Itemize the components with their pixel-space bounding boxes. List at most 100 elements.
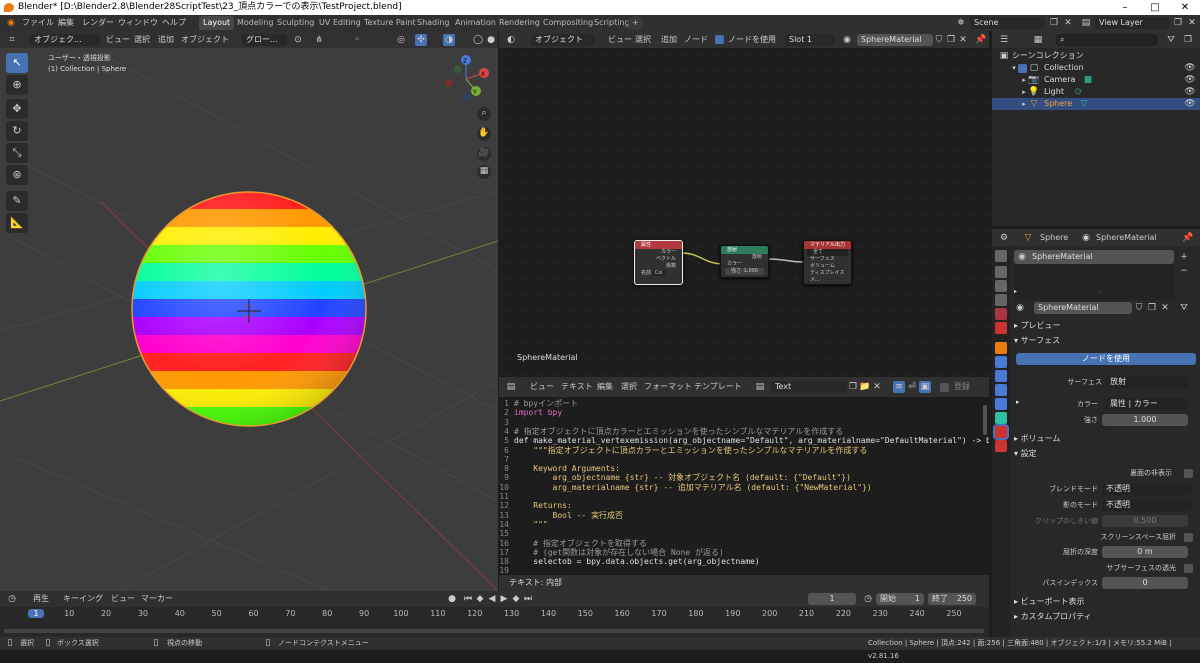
section-surface[interactable]: ▾ サーフェス xyxy=(1014,335,1060,347)
snap-icon[interactable]: ⋔ xyxy=(313,34,325,46)
code-line[interactable]: def make_material_vertexemission(arg_obj… xyxy=(514,436,989,445)
view-layer-field[interactable]: View Layer xyxy=(1095,17,1170,29)
attr-name-field[interactable]: Col xyxy=(652,270,665,276)
output-target-select[interactable]: 全て xyxy=(807,249,848,256)
line-numbers-toggle[interactable]: ≡ xyxy=(893,381,905,393)
data-tab-icon[interactable] xyxy=(995,412,1007,424)
navigation-gizmo[interactable]: X Z Y xyxy=(445,55,489,101)
record-icon[interactable]: ● xyxy=(446,593,458,605)
menu-edit[interactable]: 編集 xyxy=(58,15,74,31)
vp-menu-add[interactable]: 追加 xyxy=(158,32,174,48)
tab-uv-editing[interactable]: UV Editing xyxy=(315,16,365,30)
te-menu-view[interactable]: ビュー xyxy=(530,379,554,395)
visibility-icon[interactable]: ◎ xyxy=(395,34,407,46)
code-line[interactable]: # (get関数は対象が存在しない場合 None が返る) xyxy=(514,548,724,557)
code-line[interactable]: """指定オブジェクトに頂点カラーとエミッションを使ったシンプルなマテリアルを作… xyxy=(514,446,867,455)
start-frame-field[interactable]: 開始 1 xyxy=(876,593,924,605)
render-tab-icon[interactable] xyxy=(995,266,1007,278)
cursor-tool-button[interactable]: ⊕ xyxy=(6,75,28,95)
timeline-type-icon[interactable]: ◷ xyxy=(6,593,18,605)
jump-start-icon[interactable]: ⏮ xyxy=(462,593,474,605)
measure-tool-button[interactable]: 📐 xyxy=(6,213,28,233)
grid-view-icon[interactable]: ▦ xyxy=(477,165,491,179)
ssr-checkbox[interactable] xyxy=(1184,533,1193,542)
scene-field[interactable]: Scene xyxy=(970,17,1045,29)
orientation-select[interactable]: グロー... xyxy=(242,34,287,46)
collection-checkbox[interactable] xyxy=(1018,64,1027,73)
emission-node[interactable]: 放射 放射 カラー 強さ 1.000 xyxy=(720,245,769,278)
code-line[interactable]: """ xyxy=(514,520,547,529)
unlink-text-icon[interactable]: ✕ xyxy=(871,381,883,393)
minimize-button[interactable]: – xyxy=(1110,0,1140,15)
solid-shading-icon[interactable]: ● xyxy=(485,34,497,46)
tab-shading[interactable]: Shading xyxy=(413,16,454,30)
emission-strength-value[interactable]: 1.000 xyxy=(744,268,758,275)
gizmo-toggle-icon[interactable]: ✣ xyxy=(415,34,427,46)
timeline[interactable]: ◷ 再生 キーイング ビュー マーカー ● ⏮ ◆ ◀ ▶ ◆ ⏭ 1 ◷ 開始… xyxy=(0,591,989,637)
vp-menu-select[interactable]: 選択 xyxy=(134,32,150,48)
eye-icon[interactable]: 👁 xyxy=(1184,62,1196,74)
outliner-item-light[interactable]: ▸ 💡 Light ⊙ 👁 xyxy=(992,86,1200,98)
add-slot-icon[interactable]: + xyxy=(1178,251,1190,263)
te-menu-format[interactable]: フォーマット xyxy=(644,379,692,395)
delete-material-icon[interactable]: ✕ xyxy=(1159,302,1171,314)
attribute-node[interactable]: 属性 カラー ベクトル 係数 名前 Col xyxy=(634,240,683,285)
syntax-highlight-toggle[interactable]: ▣ xyxy=(919,381,931,393)
delete-scene-icon[interactable]: ✕ xyxy=(1062,17,1074,29)
list-resize-handle[interactable]: ::: xyxy=(1097,289,1103,296)
subsurface-checkbox[interactable] xyxy=(1184,564,1193,573)
section-preview[interactable]: ▸ プレビュー xyxy=(1014,320,1061,332)
jump-end-icon[interactable]: ⏭ xyxy=(522,593,534,605)
menu-file[interactable]: ファイル xyxy=(22,15,54,31)
timeline-scrollbar[interactable] xyxy=(4,629,984,633)
code-line[interactable]: import bpy xyxy=(514,408,562,417)
te-menu-edit[interactable]: 編集 xyxy=(597,379,613,395)
text-editor[interactable]: ▤ ビュー テキスト 編集 選択 フォーマット テンプレート ▤ Text ❐ … xyxy=(499,377,989,591)
filter-icon[interactable]: ⛛ xyxy=(1165,34,1177,46)
eye-icon[interactable]: 👁 xyxy=(1184,86,1196,98)
transform-tool-button[interactable]: ⊛ xyxy=(6,165,28,185)
proportional-edit-icon[interactable]: ◦ xyxy=(351,34,363,46)
end-frame-field[interactable]: 終了 250 xyxy=(928,593,976,605)
camera-view-icon[interactable]: 🎥 xyxy=(477,147,491,161)
tab-animation[interactable]: Animation xyxy=(451,16,500,30)
delete-view-layer-icon[interactable]: ✕ xyxy=(1186,17,1198,29)
pan-icon[interactable]: ✋ xyxy=(477,127,491,141)
menu-window[interactable]: ウィンドウ xyxy=(118,15,158,31)
surface-select[interactable]: 放射 xyxy=(1106,376,1188,388)
close-button[interactable]: ✕ xyxy=(1170,0,1200,15)
select-tool-button[interactable]: ↖ xyxy=(6,53,28,73)
code-line[interactable]: arg_materialname {str} -- 追加マテリアル名 (defa… xyxy=(514,483,872,492)
eye-icon[interactable]: 👁 xyxy=(1184,74,1196,86)
tl-menu-marker[interactable]: マーカー xyxy=(141,591,173,607)
physics-tab-icon[interactable] xyxy=(995,384,1007,396)
material-browse-icon[interactable]: ◉ xyxy=(1014,302,1026,314)
wireframe-shading-icon[interactable]: ◯ xyxy=(472,34,484,46)
blend-mode-select[interactable]: 不透明 xyxy=(1102,483,1192,495)
fake-user-icon[interactable]: ⛉ xyxy=(1133,302,1145,314)
text-name-field[interactable]: Text xyxy=(771,381,847,393)
3d-viewport[interactable]: X Z Y ⌗ オブジェク... ビュー 選択 追加 オブジェクト グロー...… xyxy=(0,31,498,591)
text-editor-type-icon[interactable]: ▤ xyxy=(505,381,517,393)
tl-menu-view[interactable]: ビュー xyxy=(111,591,135,607)
slot-link-icon[interactable]: ⛛ xyxy=(1178,302,1190,314)
outliner[interactable]: ☰ ▦ ⌕ ⛛ ❐ ▣ シーンコレクション ▾ ▢ Collection 👁 ▸… xyxy=(992,31,1200,226)
preview-range-icon[interactable]: ◷ xyxy=(862,593,874,605)
overlay-toggle-icon[interactable]: ◑ xyxy=(443,34,455,46)
new-view-layer-icon[interactable]: ❐ xyxy=(1172,17,1184,29)
rotate-tool-button[interactable]: ↻ xyxy=(6,121,28,141)
open-text-icon[interactable]: 📁 xyxy=(859,381,871,393)
code-line[interactable]: Returns: xyxy=(514,501,572,510)
tab-compositing[interactable]: Compositing xyxy=(539,16,597,30)
object-tab-icon[interactable] xyxy=(995,342,1007,354)
tab-modeling[interactable]: Modeling xyxy=(233,16,277,30)
timeline-ruler[interactable]: 1 10 20 30 40 50 60 70 80 90 100 110 120 130 140 150 160… xyxy=(0,607,989,637)
tl-menu-keying[interactable]: キーイング xyxy=(63,591,103,607)
tab-rendering[interactable]: Rendering xyxy=(495,16,544,30)
code-line[interactable]: # bpyインポート xyxy=(514,399,578,408)
section-volume[interactable]: ▸ ボリューム xyxy=(1014,433,1060,445)
tab-sculpting[interactable]: Sculpting xyxy=(273,16,318,30)
section-settings[interactable]: ▾ 設定 xyxy=(1014,448,1037,460)
modifier-tab-icon[interactable] xyxy=(995,356,1007,368)
add-workspace-button[interactable]: + xyxy=(628,16,643,30)
